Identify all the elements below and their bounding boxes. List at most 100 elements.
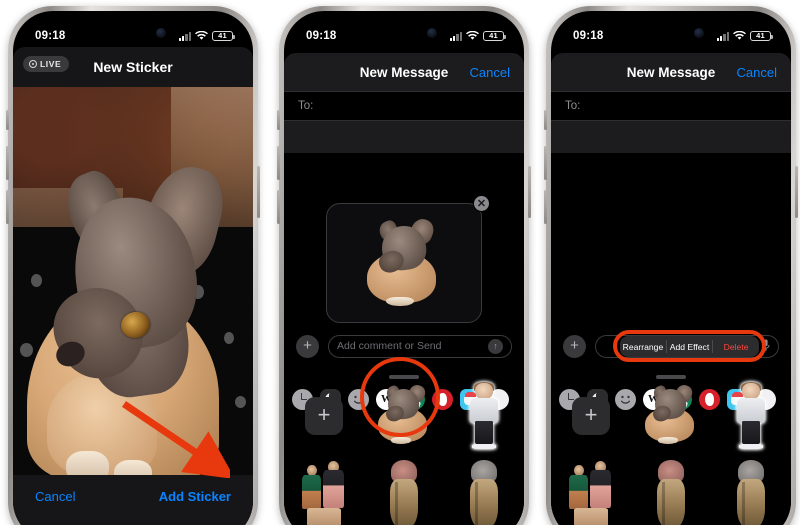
volume-down-button[interactable] xyxy=(544,190,547,224)
add-attachment-button[interactable]: + xyxy=(296,334,319,358)
hair-sticker-2[interactable] xyxy=(467,460,501,525)
live-badge-label: LIVE xyxy=(40,59,62,69)
new-message-sheet: New Message Cancel To: ✕ + Add comment o… xyxy=(284,53,524,525)
status-indicators: 41 xyxy=(178,30,235,42)
sticker-cell xyxy=(551,457,631,525)
add-effect-menu-item[interactable]: Add Effect xyxy=(667,342,713,352)
sticker-cell: + xyxy=(551,379,631,453)
comment-input[interactable]: Add comment or Send ↑ xyxy=(328,334,512,358)
silence-switch[interactable] xyxy=(6,110,9,130)
phone-2-screen: 09:18 41 New Message Cancel To: ✕ + Add … xyxy=(284,11,524,525)
sticker-cell xyxy=(444,457,524,525)
dog-sticker[interactable] xyxy=(641,382,701,444)
status-indicators: 41 xyxy=(716,30,773,42)
front-camera-icon xyxy=(427,28,437,38)
red-arrow-annotation xyxy=(122,401,230,478)
sticker-cell xyxy=(711,457,791,525)
new-message-sheet: New Message Cancel To: + W + xyxy=(551,53,791,525)
close-icon[interactable]: ✕ xyxy=(473,195,490,212)
volume-up-button[interactable] xyxy=(6,146,9,180)
to-label: To: xyxy=(298,100,314,112)
phone-2-frame: 09:18 41 New Message Cancel To: ✕ + Add … xyxy=(277,6,531,525)
sticker-cell xyxy=(284,457,364,525)
live-photo-icon xyxy=(29,60,37,68)
dog-sticker-preview xyxy=(362,216,446,307)
hair-sticker-2[interactable] xyxy=(734,460,768,525)
power-button[interactable] xyxy=(257,166,260,218)
sticker-cell xyxy=(711,379,791,453)
live-badge[interactable]: LIVE xyxy=(23,56,70,72)
front-camera-icon xyxy=(156,28,166,38)
dynamic-island xyxy=(363,21,445,45)
send-icon[interactable]: ↑ xyxy=(488,338,503,354)
status-indicators: 41 xyxy=(449,30,506,42)
cancel-button[interactable]: Cancel xyxy=(35,489,75,504)
status-time: 09:18 xyxy=(306,30,337,42)
sticker-row-1: + xyxy=(551,379,791,453)
volume-down-button[interactable] xyxy=(277,190,280,224)
dynamic-island xyxy=(630,21,712,45)
power-button[interactable] xyxy=(528,166,531,218)
to-field[interactable]: To: xyxy=(551,91,791,121)
silence-switch[interactable] xyxy=(544,110,547,130)
status-time: 09:18 xyxy=(573,30,604,42)
sticker-row-2 xyxy=(284,457,524,525)
status-time: 09:18 xyxy=(35,30,66,42)
to-label: To: xyxy=(565,100,581,112)
front-camera-icon xyxy=(694,28,704,38)
page-title: New Message xyxy=(626,64,716,80)
battery-level: 41 xyxy=(489,31,498,41)
dynamic-island xyxy=(92,21,174,45)
sticker-actions-bar: Cancel Add Sticker xyxy=(13,475,253,525)
cellular-bars-icon xyxy=(178,31,191,41)
two-girls-sticker[interactable] xyxy=(300,460,348,525)
message-navbar: New Message Cancel xyxy=(284,53,524,91)
phone-3-screen: 09:18 41 New Message Cancel To: + W + xyxy=(551,11,791,525)
sticker-cell xyxy=(631,457,711,525)
battery-icon: 41 xyxy=(212,30,235,42)
delete-menu-item[interactable]: Delete xyxy=(713,342,759,352)
sticker-row-2 xyxy=(551,457,791,525)
battery-level: 41 xyxy=(218,31,227,41)
comment-placeholder: Add comment or Send xyxy=(337,340,442,352)
cellular-bars-icon xyxy=(449,31,462,41)
volume-up-button[interactable] xyxy=(277,146,280,180)
battery-icon: 41 xyxy=(750,30,773,42)
sticker-navbar: LIVE New Sticker xyxy=(13,47,253,87)
message-body: ✕ + Add comment or Send ↑ W + xyxy=(284,153,524,525)
volume-down-button[interactable] xyxy=(6,190,9,224)
cellular-bars-icon xyxy=(716,31,729,41)
add-sticker-button[interactable]: Add Sticker xyxy=(159,489,231,504)
silence-switch[interactable] xyxy=(277,110,280,130)
sticker-context-menu: Rearrange Add Effect Delete xyxy=(620,336,759,357)
page-title: New Sticker xyxy=(93,59,173,75)
volume-up-button[interactable] xyxy=(544,146,547,180)
battery-level: 41 xyxy=(756,31,765,41)
phone-3-frame: 09:18 41 New Message Cancel To: + W + xyxy=(544,6,798,525)
add-sticker-button[interactable]: + xyxy=(572,397,610,435)
to-field[interactable]: To: xyxy=(284,91,524,121)
sticker-preview-bubble[interactable]: ✕ xyxy=(326,195,490,323)
cancel-button[interactable]: Cancel xyxy=(470,65,510,80)
wifi-icon xyxy=(195,31,208,41)
sticker-cell xyxy=(364,457,444,525)
hair-sticker-1[interactable] xyxy=(654,460,688,525)
page-title: New Message xyxy=(359,64,449,80)
power-button[interactable] xyxy=(795,166,798,218)
sticker-grid: + xyxy=(551,373,791,525)
add-attachment-button[interactable]: + xyxy=(563,334,586,358)
wifi-icon xyxy=(733,31,746,41)
sticker-cell xyxy=(631,379,711,453)
red-circle-highlight xyxy=(360,357,440,437)
cancel-button[interactable]: Cancel xyxy=(737,65,777,80)
message-navbar: New Message Cancel xyxy=(551,53,791,91)
add-sticker-button[interactable]: + xyxy=(305,397,343,435)
sticker-cell: + xyxy=(284,379,364,453)
two-girls-sticker[interactable] xyxy=(567,460,615,525)
screenshot-stage: 09:18 41 LIVE New Sticker Cancel Add Sti… xyxy=(0,0,800,525)
sticker-cell xyxy=(444,379,524,453)
hair-sticker-1[interactable] xyxy=(387,460,421,525)
battery-icon: 41 xyxy=(483,30,506,42)
rearrange-menu-item[interactable]: Rearrange xyxy=(620,342,666,352)
wifi-icon xyxy=(466,31,479,41)
